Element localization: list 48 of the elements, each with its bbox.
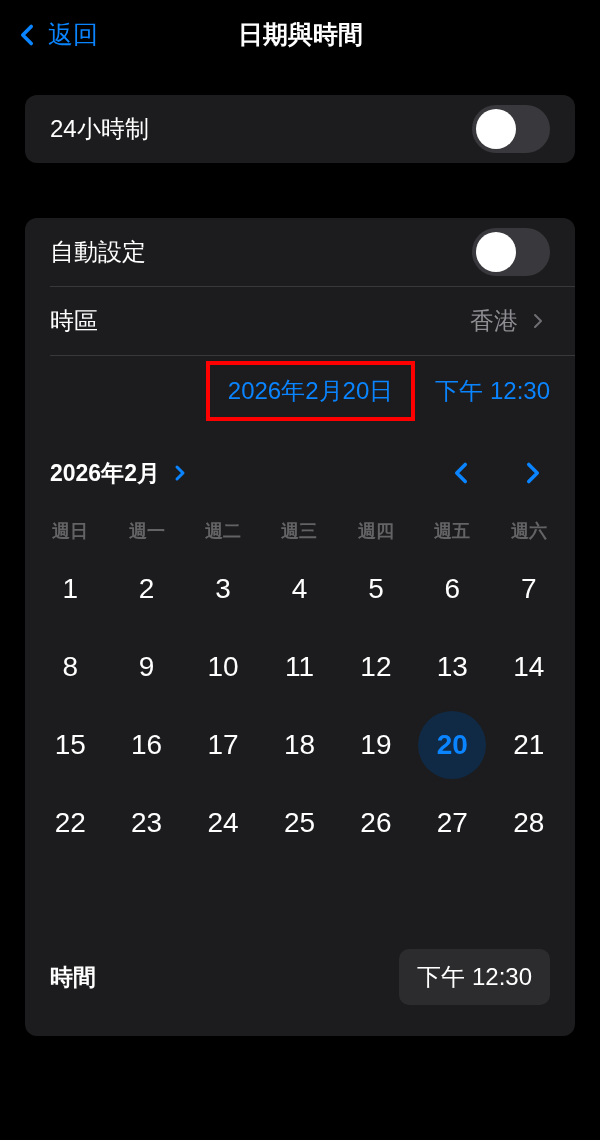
calendar-day[interactable]: 10 [189,633,258,701]
calendar-day[interactable]: 12 [341,633,410,701]
calendar-day[interactable]: 11 [265,633,334,701]
row-label: 自動設定 [50,237,146,267]
calendar-day[interactable]: 8 [36,633,105,701]
weekday-label: 週日 [52,519,89,543]
calendar-day[interactable]: 6 [418,555,487,623]
page-title: 日期與時間 [237,19,363,51]
calendar-day[interactable]: 23 [112,789,181,857]
calendar-day[interactable]: 25 [265,789,334,857]
calendar-day[interactable]: 28 [494,789,563,857]
row-value: 香港 [470,306,518,336]
time-value-button[interactable]: 下午 12:30 [399,949,550,1005]
calendar-day[interactable]: 16 [112,711,181,779]
calendar-day[interactable]: 1 [36,555,105,623]
calendar-day[interactable]: 17 [189,711,258,779]
toggle-switch[interactable] [472,228,550,276]
calendar-day[interactable]: 21 [494,711,563,779]
weekday-label: 週四 [357,519,394,543]
calendar-day[interactable]: 27 [418,789,487,857]
month-picker-button[interactable]: 2026年2月 [50,455,192,491]
calendar-day[interactable]: 24 [189,789,258,857]
calendar-day[interactable]: 14 [494,633,563,701]
row-label: 24小時制 [50,114,149,144]
date-button[interactable]: 2026年2月20日 [205,361,416,421]
row-label: 時間 [50,962,96,992]
time-button[interactable]: 下午 12:30 [435,373,550,409]
back-button[interactable]: 返回 [10,16,98,54]
calendar-day[interactable]: 13 [418,633,487,701]
row-label: 時區 [50,306,98,336]
calendar-day[interactable]: 2 [112,555,181,623]
calendar-day[interactable]: 20 [418,711,487,779]
calendar-day[interactable]: 7 [494,555,563,623]
calendar-day[interactable]: 4 [265,555,334,623]
calendar-day[interactable]: 5 [341,555,410,623]
weekday-label: 週二 [205,519,242,543]
toggle-switch[interactable] [472,105,550,153]
calendar-day[interactable]: 22 [36,789,105,857]
calendar-day[interactable]: 19 [341,711,410,779]
weekday-label: 週三 [281,519,318,543]
weekday-label: 週一 [128,519,165,543]
weekday-label: 週六 [510,519,547,543]
calendar-day[interactable]: 9 [112,633,181,701]
calendar-day[interactable]: 15 [36,711,105,779]
calendar-day[interactable]: 18 [265,711,334,779]
calendar-day[interactable]: 3 [189,555,258,623]
calendar-day[interactable]: 26 [341,789,410,857]
weekday-label: 週五 [434,519,471,543]
